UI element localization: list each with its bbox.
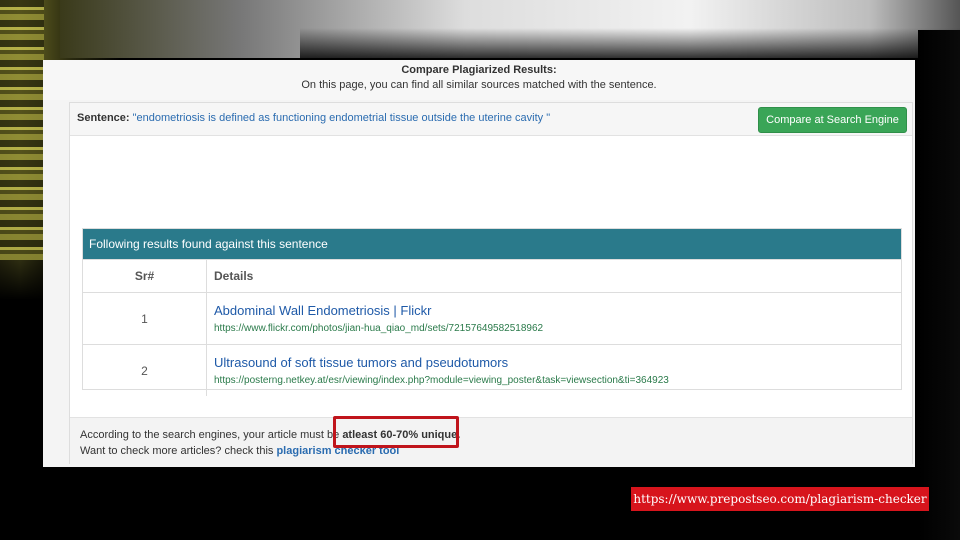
slide-decoration-shadow bbox=[300, 28, 960, 60]
slide-decoration-right bbox=[918, 30, 960, 540]
more-articles-prefix: Want to check more articles? check this bbox=[80, 445, 274, 457]
result-title-link[interactable]: Ultrasound of soft tissue tumors and pse… bbox=[214, 355, 900, 370]
source-url-badge[interactable]: https://www.prepostseo.com/plagiarism-ch… bbox=[631, 487, 929, 511]
result-title-link[interactable]: Abdominal Wall Endometriosis | Flickr bbox=[214, 303, 900, 318]
row-sr: 1 bbox=[83, 292, 207, 345]
sentence-bar: Sentence: "endometriosis is defined as f… bbox=[70, 103, 912, 136]
table-row: 1 Abdominal Wall Endometriosis | Flickr … bbox=[83, 292, 901, 345]
sentence-label: Sentence: bbox=[77, 112, 130, 124]
results-table: Sr# Details 1 Abdominal Wall Endometrios… bbox=[83, 259, 901, 396]
summary-footer: According to the search engines, your ar… bbox=[70, 417, 912, 464]
results-table-container: Following results found against this sen… bbox=[82, 228, 902, 396]
screenshot-panel: Compare Plagiarized Results: On this pag… bbox=[43, 60, 915, 467]
sentence-row: Sentence: "endometriosis is defined as f… bbox=[77, 112, 550, 124]
table-row: 2 Ultrasound of soft tissue tumors and p… bbox=[83, 344, 901, 396]
result-url[interactable]: https://www.flickr.com/photos/jian-hua_q… bbox=[214, 323, 900, 334]
page-subtitle: On this page, you can find all similar s… bbox=[301, 79, 657, 91]
sentence-text: "endometriosis is defined as functioning… bbox=[132, 112, 551, 124]
page-header: Compare Plagiarized Results: On this pag… bbox=[43, 60, 915, 100]
column-header-details: Details bbox=[206, 259, 901, 293]
results-heading: Following results found against this sen… bbox=[83, 229, 901, 259]
slide-decoration-left bbox=[0, 0, 44, 260]
column-header-sr: Sr# bbox=[83, 259, 207, 293]
page-title: Compare Plagiarized Results: bbox=[401, 64, 557, 76]
highlight-box bbox=[333, 416, 459, 448]
table-header-row: Sr# Details bbox=[83, 259, 901, 293]
results-card: Sentence: "endometriosis is defined as f… bbox=[69, 102, 913, 464]
row-details: Abdominal Wall Endometriosis | Flickr ht… bbox=[206, 292, 901, 345]
result-url[interactable]: https://posterng.netkey.at/esr/viewing/i… bbox=[214, 375, 900, 386]
uniqueness-prefix: According to the search engines, your ar… bbox=[80, 429, 340, 441]
compare-search-engine-button[interactable]: Compare at Search Engine bbox=[758, 107, 907, 133]
row-details: Ultrasound of soft tissue tumors and pse… bbox=[206, 344, 901, 396]
row-sr: 2 bbox=[83, 344, 207, 396]
